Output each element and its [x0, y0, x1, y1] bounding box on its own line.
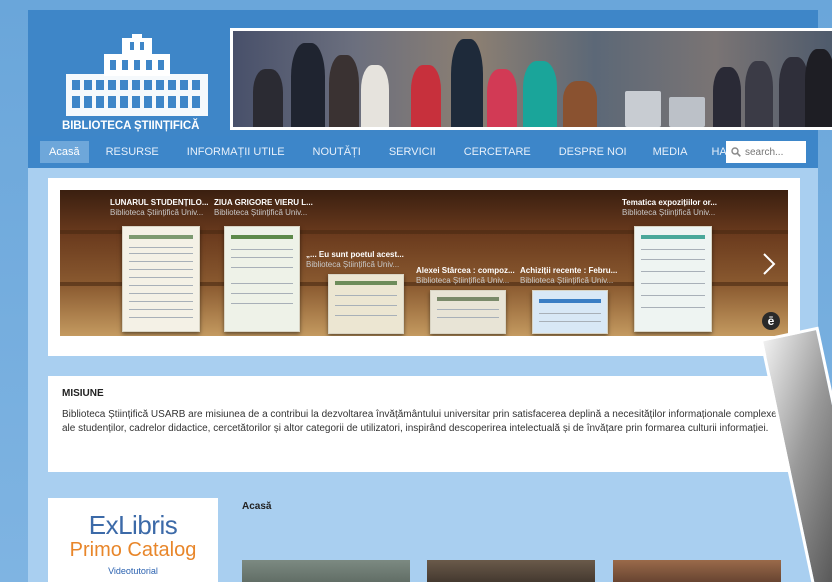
slide-cover[interactable]	[224, 226, 300, 332]
search-input[interactable]	[745, 146, 805, 158]
news-thumbnail[interactable]	[427, 560, 595, 582]
slide-subtitle: Biblioteca Științifică Univ...	[110, 208, 204, 217]
carousel-panel: LUNARUL STUDENȚILO... Biblioteca Științi…	[48, 178, 800, 356]
header-banner-photo	[230, 28, 832, 130]
slide-title: Tematica expozițiilor or...	[622, 198, 717, 207]
slide-cover[interactable]	[430, 290, 506, 334]
exlibris-logo: ExLibris	[88, 510, 178, 540]
slide-caption[interactable]: LUNARUL STUDENȚILO... Biblioteca Științi…	[110, 198, 209, 218]
news-thumbnail[interactable]	[242, 560, 410, 582]
slide-title: ZIUA GRIGORE VIERU L...	[214, 198, 313, 207]
photo-figure	[411, 65, 441, 127]
slide-subtitle: Biblioteca Științifică Univ...	[622, 208, 716, 217]
photo-figure	[361, 65, 389, 127]
photo-monitor	[669, 97, 705, 127]
photo-figure	[451, 39, 483, 127]
mission-text: Biblioteca Științifică USARB are misiune…	[62, 409, 777, 434]
slide-caption[interactable]: Tematica expozițiilor or... Biblioteca Ș…	[622, 198, 717, 218]
main-content: LUNARUL STUDENȚILO... Biblioteca Științi…	[28, 168, 818, 582]
primo-catalog-label: Primo Catalog	[69, 539, 197, 561]
slide-title: Achiziții recente : Febru...	[520, 266, 618, 275]
main-navigation: Acasă RESURSE INFORMAȚII UTILE NOUTĂȚI S…	[28, 136, 818, 168]
site-header: BIBLIOTECA ȘTIINȚIFICĂ	[28, 10, 832, 136]
videotutorial-link[interactable]: Videotutorial	[48, 566, 218, 576]
photo-figure	[713, 67, 741, 127]
slide-title: „... Eu sunt poetul acest...	[306, 250, 404, 259]
library-logo[interactable]: BIBLIOTECA ȘTIINȚIFICĂ	[62, 30, 212, 142]
issuu-carousel[interactable]: LUNARUL STUDENȚILO... Biblioteca Științi…	[60, 190, 788, 336]
photo-figure	[487, 69, 517, 127]
slide-caption[interactable]: Alexei Stârcea : compoz... Biblioteca Șt…	[416, 266, 515, 286]
photo-figure	[563, 81, 597, 127]
page-heading: Acasă	[242, 501, 272, 512]
slide-cover[interactable]	[634, 226, 712, 332]
photo-figure	[253, 69, 283, 127]
primo-catalog-banner[interactable]: ExLibris Primo Catalog Videotutorial	[48, 498, 218, 582]
nav-item-media[interactable]: MEDIA	[644, 141, 697, 163]
photo-figure	[523, 61, 557, 127]
building-icon	[66, 34, 208, 116]
slide-title: LUNARUL STUDENȚILO...	[110, 198, 209, 207]
photo-figure	[805, 49, 832, 127]
slide-caption[interactable]: Achiziții recente : Febru... Biblioteca …	[520, 266, 617, 286]
issuu-badge[interactable]: ē	[762, 312, 780, 330]
slide-caption[interactable]: „... Eu sunt poetul acest... Biblioteca …	[306, 250, 404, 270]
search-box[interactable]	[726, 141, 806, 163]
slide-title: Alexei Stârcea : compoz...	[416, 266, 515, 275]
nav-item-resurse[interactable]: RESURSE	[97, 141, 168, 163]
slide-subtitle: Biblioteca Științifică Univ...	[520, 276, 614, 285]
slide-cover[interactable]	[532, 290, 608, 334]
slide-cover[interactable]	[328, 274, 404, 334]
nav-item-despre-noi[interactable]: DESPRE NOI	[550, 141, 636, 163]
slide-cover[interactable]	[122, 226, 200, 332]
nav-item-noutati[interactable]: NOUTĂȚI	[304, 141, 370, 163]
photo-monitor	[625, 91, 661, 127]
chevron-right-icon[interactable]	[762, 252, 776, 276]
slide-subtitle: Biblioteca Științifică Univ...	[214, 208, 308, 217]
nav-item-servicii[interactable]: SERVICII	[380, 141, 445, 163]
photo-figure	[329, 55, 359, 127]
slide-subtitle: Biblioteca Științifică Univ...	[306, 260, 400, 269]
photo-figure	[291, 43, 325, 127]
search-icon	[731, 147, 741, 157]
photo-figure	[745, 61, 773, 127]
slide-subtitle: Biblioteca Științifică Univ...	[416, 276, 510, 285]
nav-item-informatii-utile[interactable]: INFORMAȚII UTILE	[178, 141, 294, 163]
nav-item-cercetare[interactable]: CERCETARE	[455, 141, 540, 163]
news-thumbnail[interactable]	[613, 560, 781, 582]
library-name: BIBLIOTECA ȘTIINȚIFICĂ	[62, 120, 200, 132]
nav-item-acasa[interactable]: Acasă	[40, 141, 89, 163]
mission-panel: MISIUNE Biblioteca Științifică USARB are…	[48, 376, 800, 472]
slide-caption[interactable]: ZIUA GRIGORE VIERU L... Biblioteca Știin…	[214, 198, 313, 218]
mission-title: MISIUNE	[62, 388, 104, 399]
